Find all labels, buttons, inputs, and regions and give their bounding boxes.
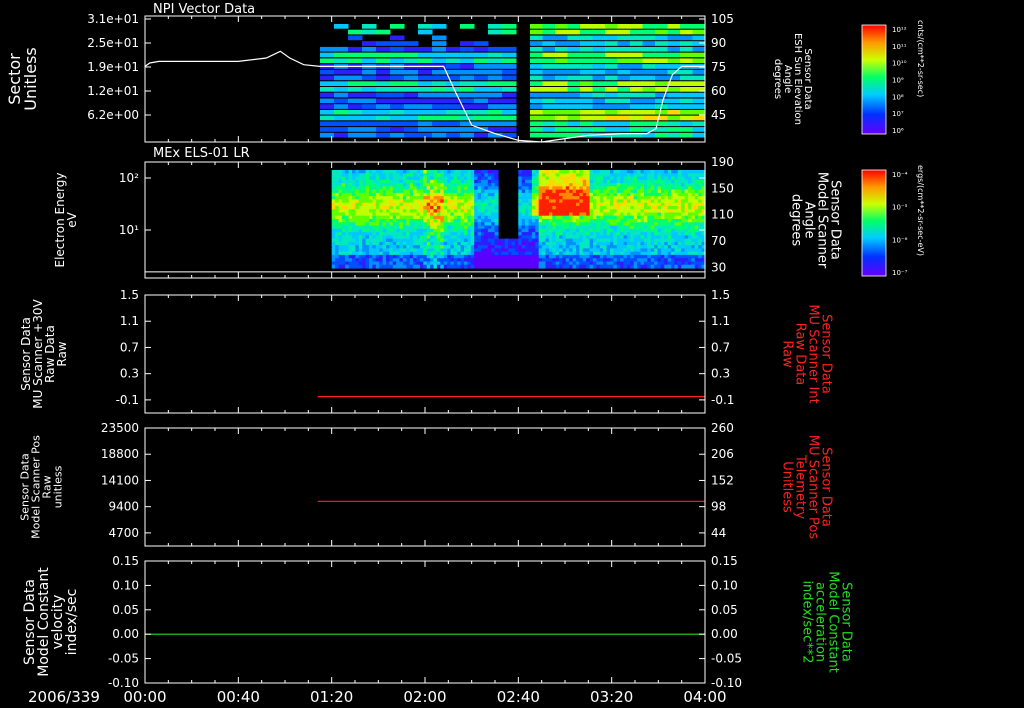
els-spectrogram [331,170,706,269]
colorbar-tick-label: 10¹¹ [892,43,907,51]
colorbar-tick-label: 10⁻⁴ [892,171,908,179]
left-axis-label: Sensor DataModel Constantvelocityindex/s… [22,567,80,677]
y-tick-label: 10¹ [119,223,139,237]
right-tick-label: 260 [711,421,734,435]
right-tick-label: 150 [711,181,734,195]
right-tick-label: 44 [711,526,726,540]
time-tick-label: 03:20 [590,688,633,706]
colorbar-tick-label: 10⁻⁷ [892,269,908,277]
right-tick-label: 0.00 [711,627,738,641]
right-axis-label: Sensor DataMU Scanner PosTelemetryUnitle… [780,435,834,540]
y-tick-label: 18800 [101,447,139,461]
right-tick-label: 75 [711,60,726,74]
y-tick-label: 2.5e+01 [87,36,139,50]
left-axis-label: SectorUnitless [5,47,40,111]
panel1-title: NPI Vector Data [153,2,255,17]
right-axis-label: Sensor DataMU Scanner IntRaw DataRaw [780,304,834,403]
panel-1: 3.1e+01 2.5e+01 1.9e+01 1.2e+01 6.2e+00 105 90… [5,12,813,143]
y-tick-label: 0.10 [112,578,139,592]
panel-5: 0.150.100.050.00-0.05-0.100.150.100.050.… [22,554,854,690]
y-tick-label: -0.05 [108,652,139,666]
right-tick-label: 0.7 [711,340,730,354]
right-tick-label: -0.1 [711,393,734,407]
right-tick-label: 90 [711,36,726,50]
right-tick-label: 0.05 [711,603,738,617]
colorbar-tick-label: 10¹² [892,26,907,34]
panel-frame [144,294,706,414]
right-axis-label: Sensor DataModel Constantaccelerationind… [800,571,854,673]
right-axis-label: Sensor DataModel ScannerAngledegrees [789,172,843,269]
right-tick-label: 0.15 [711,554,738,568]
right-tick-label: 60 [711,84,726,98]
right-tick-label: 1.1 [711,314,730,328]
colorbar-tick-label: 10⁷ [892,110,904,118]
right-tick-label: 98 [711,500,726,514]
time-tick-label: 02:40 [497,688,540,706]
right-tick-label: 45 [711,108,726,122]
colorbar-nf-unit: cnts/(cm**2-sr-sec) [916,20,925,97]
time-tick-label: 00:40 [217,688,260,706]
left-axis-label: Electron EnergyeV [53,172,79,267]
y-tick-label: -0.1 [116,393,139,407]
time-tick-label: 01:20 [310,688,353,706]
panel-2: 10² 10¹ 190 150 110 70 30 Electron EnergyeV Sens… [53,155,843,279]
y-tick-label: 1.2e+01 [87,84,139,98]
left-axis-label: Sensor DataModel Scanner PosRawunitless [19,435,65,539]
colorbar-def: DEF 10⁻⁴ 10⁻⁵ 10⁻⁶ 10⁻⁷ ergs/(cm**2-sr-sec-… [861,160,925,277]
y-tick-label: 0.00 [112,627,139,641]
y-tick-label: 0.3 [120,367,139,381]
time-axis: 00:00 00:40 01:20 02:00 02:40 03:20 04:00 [123,688,726,706]
time-tick-label: 00:00 [123,688,166,706]
npi-heatmap [320,24,706,138]
panel-3: 1.5 1.1 0.7 0.3 -0.1 1.5 1.1 0.7 0.3 -0.1 Sensor D… [19,288,834,414]
colorbar-tick-label: 10¹⁰ [892,60,907,68]
y-tick-label: 1.5 [120,288,139,302]
panel-4: 23500 18800 14100 9400 4700 260 206 152 98 44 Sens… [19,421,834,547]
colorbar-def-label: DEF [867,160,881,168]
multi-panel-plot: NF 10¹² 10¹¹ 10¹⁰ 10⁹ 10⁸ 10⁷ 10⁶ cnts/(cm**2-… [5,2,925,706]
y-tick-label: 9400 [108,500,139,514]
time-tick-label: 04:00 [683,688,726,706]
right-axis-label: Sensor DataESH Sun ElevationAngledegrees [772,33,813,125]
right-tick-label: 110 [711,208,734,222]
right-tick-label: 70 [711,234,726,248]
time-tick-label: 02:00 [403,688,446,706]
colorbar-tick-label: 10⁶ [892,127,904,135]
colorbar-nf-label: NF [869,15,878,23]
y-tick-label: 0.05 [112,603,139,617]
right-tick-label: 1.5 [711,288,730,302]
y-tick-label: 14100 [101,473,139,487]
right-tick-label: 30 [711,260,726,274]
y-tick-label: 6.2e+00 [87,108,139,122]
right-tick-label: 105 [711,12,734,26]
y-tick-label: 10² [119,171,139,185]
left-axis-label: Sensor DataMU Scanner +30VRaw DataRaw [19,299,69,409]
right-tick-label: 152 [711,473,734,487]
panel-frame [144,427,706,547]
y-tick-label: 0.7 [120,340,139,354]
colorbar-nf: NF 10¹² 10¹¹ 10¹⁰ 10⁹ 10⁸ 10⁷ 10⁶ cnts/(cm**2-… [861,15,925,135]
right-tick-label: -0.05 [711,652,742,666]
colorbar-tick-label: 10⁻⁵ [892,204,908,212]
y-tick-label: 0.15 [112,554,139,568]
date-label: 2006/339 [28,688,100,706]
right-tick-label: 0.10 [711,578,738,592]
right-tick-label: 0.3 [711,367,730,381]
colorbar-tick-label: 10⁹ [892,77,904,85]
colorbar-tick-label: 10⁸ [892,93,904,101]
y-tick-label: 23500 [101,421,139,435]
y-tick-label: 4700 [108,526,139,540]
panel2-title: MEx ELS-01 LR [153,146,250,161]
right-tick-label: 206 [711,447,734,461]
y-tick-label: 1.1 [120,314,139,328]
panel-frame [144,560,706,684]
y-tick-label: 3.1e+01 [87,12,139,26]
colorbar-tick-label: 10⁻⁶ [892,236,908,244]
right-tick-label: 190 [711,155,734,169]
y-tick-label: 1.9e+01 [87,60,139,74]
colorbar-def-unit: ergs/(cm**2-sr-sec-eV) [916,165,925,256]
